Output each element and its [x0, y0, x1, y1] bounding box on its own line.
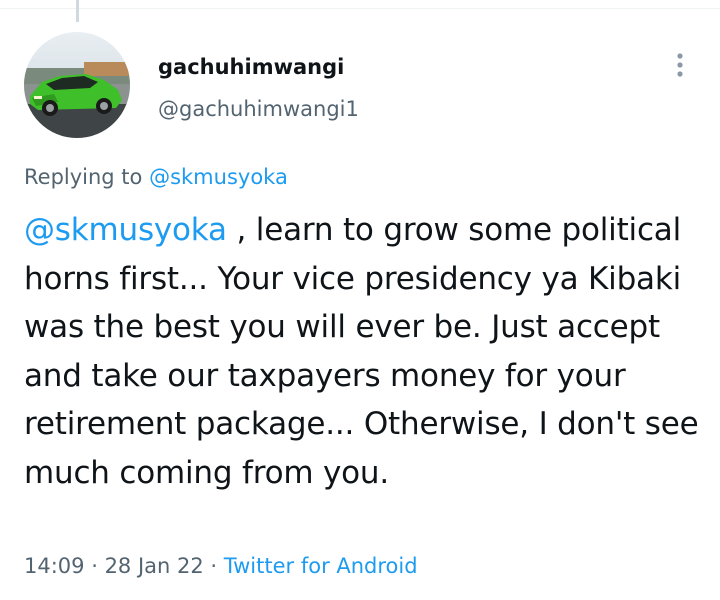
display-name[interactable]: gachuhimwangi: [158, 53, 344, 81]
tweet-source-link[interactable]: Twitter for Android: [224, 554, 418, 578]
meta-separator: ·: [84, 554, 105, 578]
tweet-metadata: 14:09 · 28 Jan 22 · Twitter for Android: [24, 551, 418, 581]
tweet-body: , learn to grow some political horns fir…: [24, 212, 699, 491]
tweet-date[interactable]: 28 Jan 22: [105, 554, 204, 578]
tweet-time[interactable]: 14:09: [24, 554, 85, 578]
more-options-button[interactable]: [668, 50, 692, 80]
replying-to-mention-link[interactable]: @skmusyoka: [149, 165, 288, 189]
replying-to-line: Replying to @skmusyoka: [24, 162, 288, 192]
thread-connector-line: [76, 0, 79, 22]
user-handle[interactable]: @gachuhimwangi1: [158, 95, 359, 123]
green-car-avatar-icon: [24, 32, 130, 138]
tweet-text: @skmusyoka , learn to grow some politica…: [24, 206, 704, 497]
more-vertical-icon: [677, 53, 683, 77]
avatar[interactable]: [24, 32, 130, 138]
meta-separator-2: ·: [203, 554, 224, 578]
tweet-mention-link[interactable]: @skmusyoka: [24, 212, 227, 248]
top-divider: [0, 8, 720, 9]
replying-to-label: Replying to: [24, 165, 150, 189]
